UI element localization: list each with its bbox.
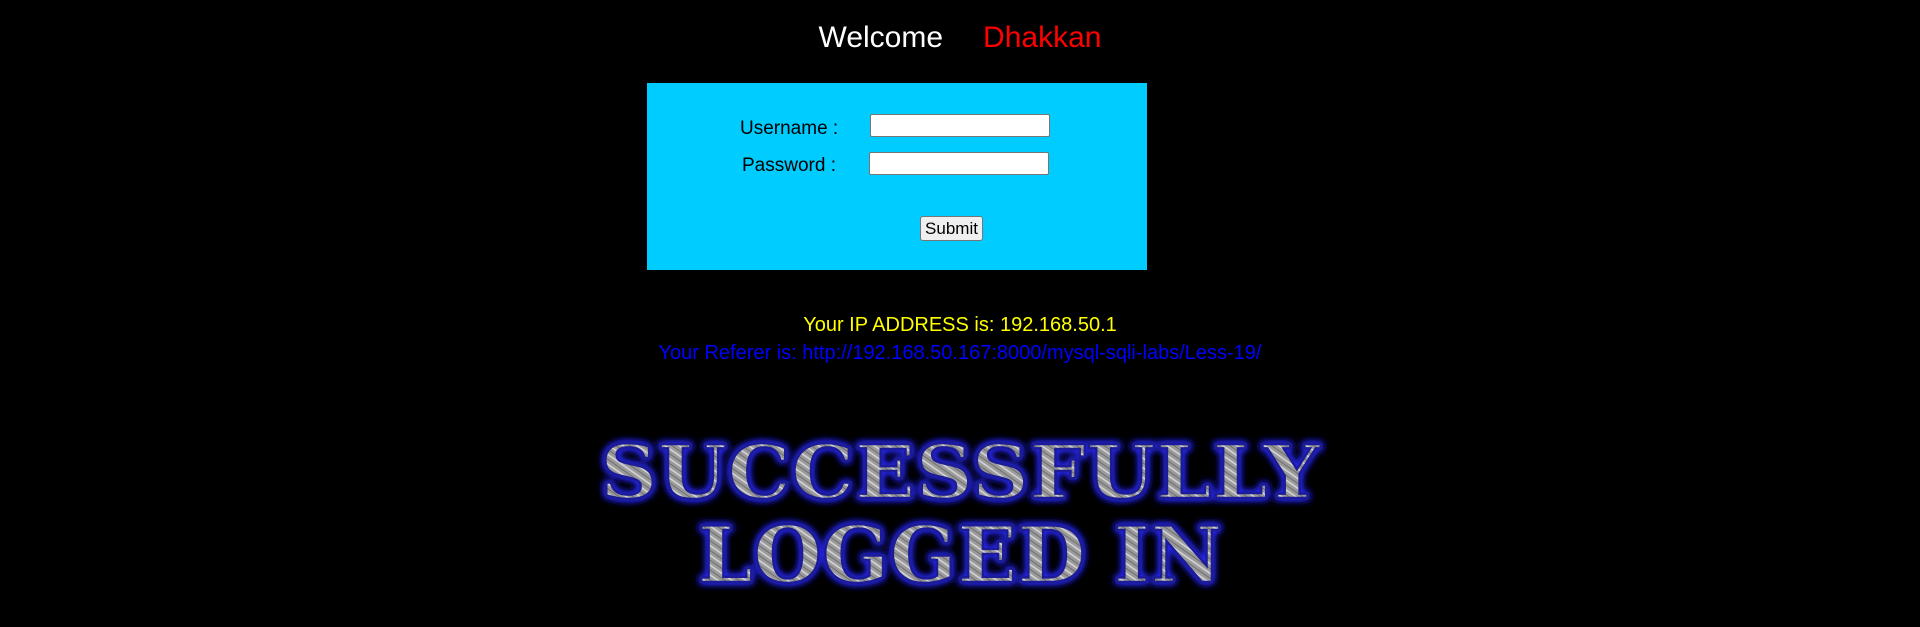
password-input[interactable] bbox=[869, 152, 1049, 175]
username-input[interactable] bbox=[870, 114, 1050, 137]
page: Welcome Dhakkan Username : Password : Sub… bbox=[0, 0, 1920, 627]
ip-address-text: Your IP ADDRESS is: 192.168.50.1 bbox=[803, 314, 1117, 336]
login-form: Username : Password : Submit bbox=[647, 83, 1147, 270]
banner-line-1: SUCCESSFULLY bbox=[600, 430, 1321, 516]
welcome-header: Welcome Dhakkan bbox=[0, 18, 1920, 58]
welcome-text: Welcome bbox=[818, 21, 944, 54]
password-label: Password : bbox=[742, 155, 836, 176]
user-name: Dhakkan bbox=[983, 21, 1102, 54]
success-banner: SUCCESSFULLY LOGGED IN bbox=[599, 429, 1323, 600]
banner-line-2: LOGGED IN bbox=[698, 510, 1223, 600]
username-label: Username : bbox=[740, 118, 839, 139]
submit-button[interactable]: Submit bbox=[920, 216, 983, 241]
referer-text: Your Referer is: http://192.168.50.167:8… bbox=[658, 342, 1262, 364]
